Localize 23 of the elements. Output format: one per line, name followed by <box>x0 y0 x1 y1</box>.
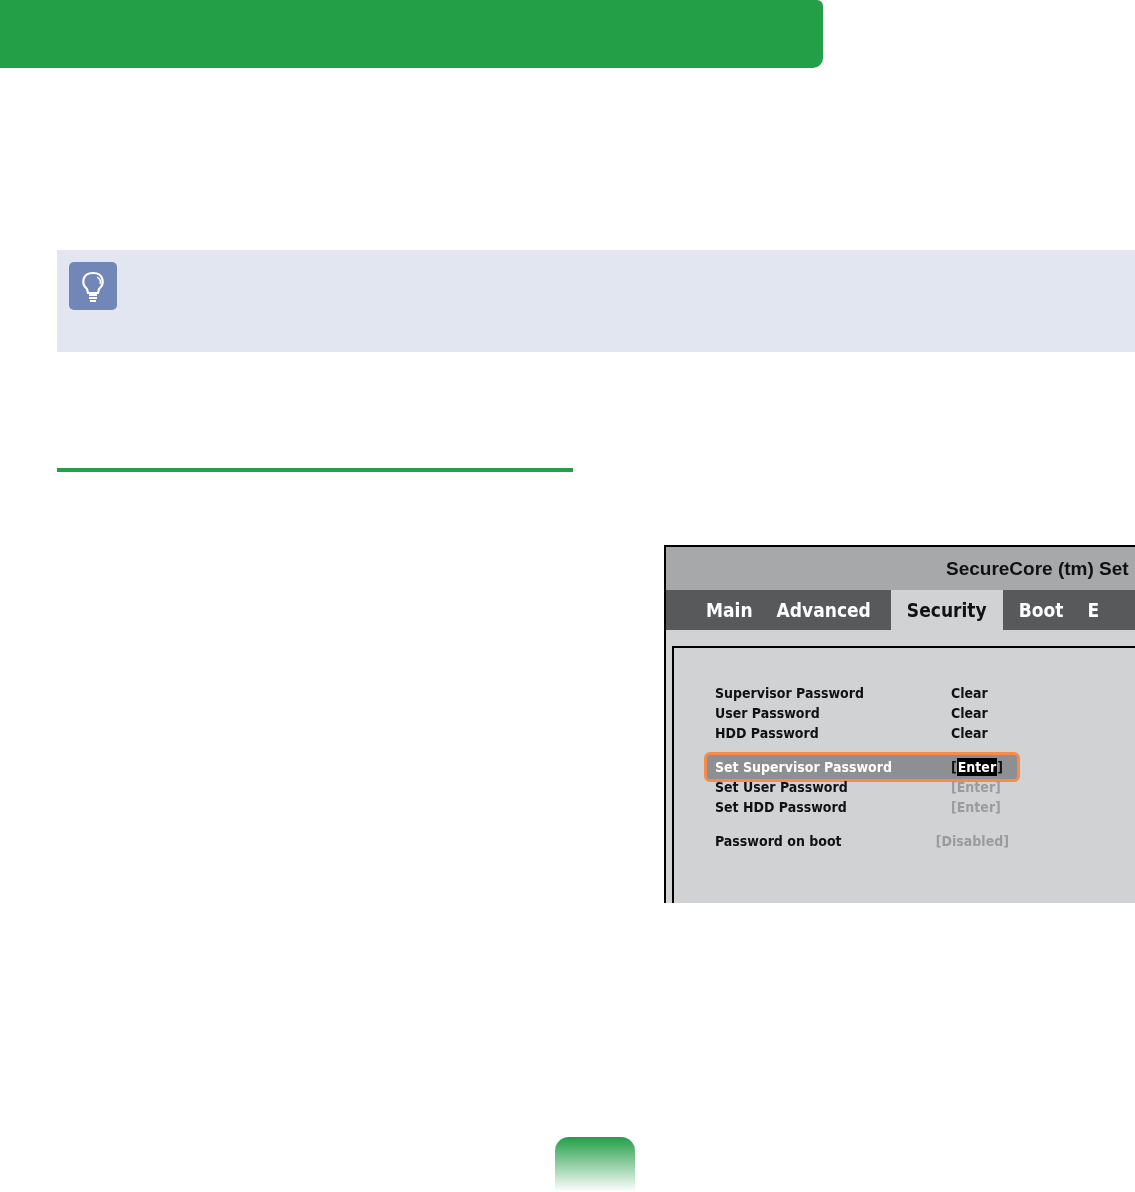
setting-label: User Password <box>715 705 821 721</box>
setting-value: Clear <box>951 725 988 741</box>
setting-label: Set Supervisor Password <box>715 759 893 775</box>
menu-tab[interactable]: E <box>1075 590 1112 630</box>
setting-row[interactable]: Supervisor Password Clear <box>704 683 1020 703</box>
setting-value: Clear <box>951 705 988 721</box>
setting-row[interactable]: Set Supervisor Password [Enter] <box>704 752 1020 782</box>
lightbulb-icon <box>69 262 117 310</box>
setting-label: Set HDD Password <box>715 799 848 815</box>
menu-tab[interactable]: Security <box>890 590 1003 630</box>
setting-label: HDD Password <box>715 725 820 741</box>
setting-row[interactable]: User Password Clear <box>704 703 1020 723</box>
setting-label: Password on boot <box>715 833 843 849</box>
setting-value: Clear <box>951 685 988 701</box>
setting-value: [Enter] <box>951 758 1003 776</box>
setting-value: [Enter] <box>951 779 1001 795</box>
setting-row[interactable]: HDD Password Clear <box>704 723 1020 743</box>
menu-tab[interactable]: Main <box>694 590 765 630</box>
menu-tab[interactable]: Advanced <box>764 590 883 630</box>
setting-label: Set User Password <box>715 779 849 795</box>
bios-title: SecureCore (tm) Set <box>946 557 1129 580</box>
menu-tab[interactable]: Boot <box>1006 590 1076 630</box>
setting-label: Supervisor Password <box>715 685 865 701</box>
